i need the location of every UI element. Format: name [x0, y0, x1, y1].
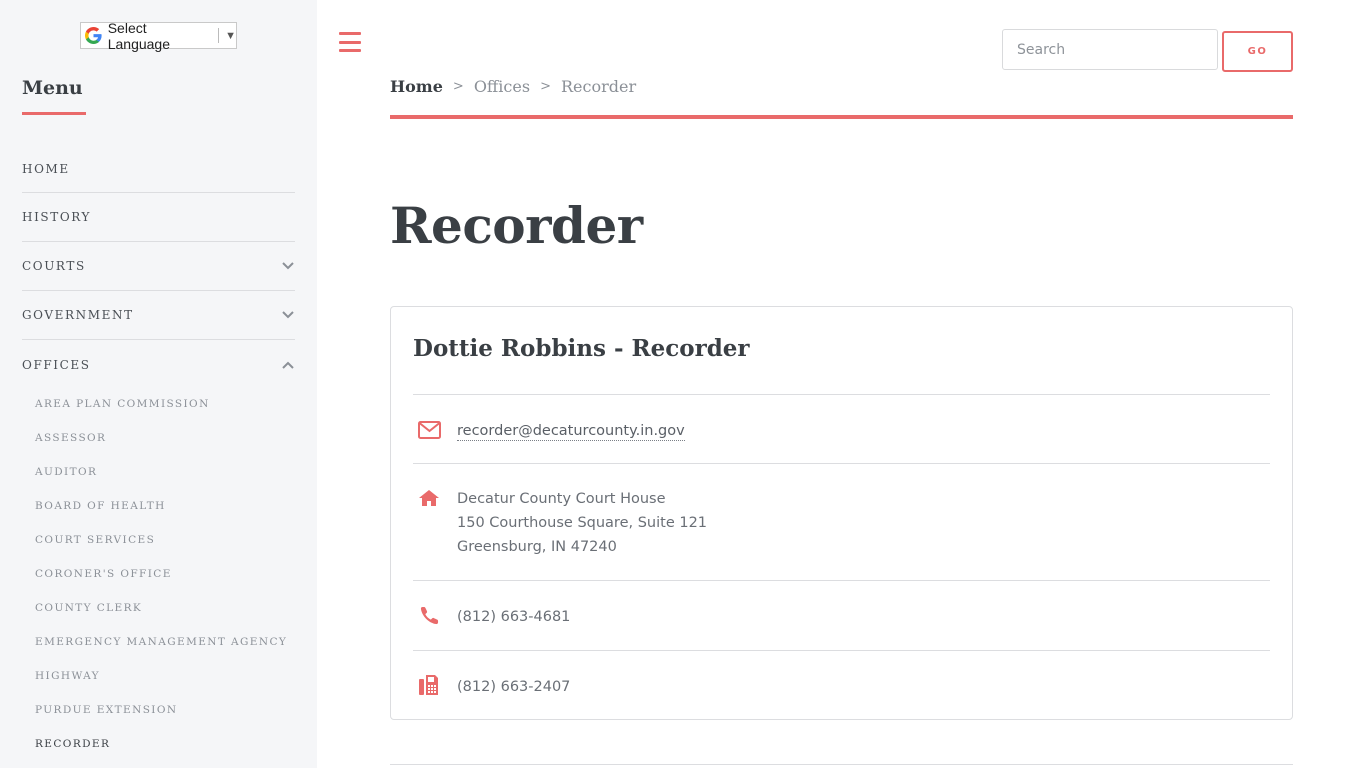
subnav-item-coroners-office[interactable]: CORONER'S OFFICE [35, 557, 305, 591]
subnav-item-area-plan-commission[interactable]: AREA PLAN COMMISSION [35, 387, 305, 421]
sidebar: Select Language ▼ Menu HOME HISTORY COUR… [0, 0, 317, 768]
contact-row-phone: (812) 663-4681 [413, 580, 1270, 650]
contact-row-address: Decatur County Court House 150 Courthous… [413, 463, 1270, 580]
menu-heading-underline [22, 112, 86, 115]
language-select-label: Select Language [107, 19, 171, 52]
language-select-divider [218, 28, 220, 43]
breadcrumb-separator: > [452, 79, 464, 94]
fax-icon [417, 673, 441, 697]
google-icon [85, 27, 103, 45]
hamburger-menu-icon[interactable] [339, 32, 361, 52]
subnav-item-auditor[interactable]: AUDITOR [35, 455, 305, 489]
section-divider [390, 764, 1293, 765]
sidebar-item-offices[interactable]: OFFICES [22, 340, 295, 389]
email-link[interactable]: recorder@decaturcounty.in.gov [457, 422, 685, 441]
chevron-up-icon[interactable] [281, 358, 295, 372]
contact-row-email: recorder@decaturcounty.in.gov [413, 394, 1270, 464]
offices-subnav: AREA PLAN COMMISSION ASSESSOR AUDITOR BO… [35, 387, 305, 761]
home-icon [417, 486, 441, 510]
page-title: Recorder [390, 196, 643, 255]
sidebar-item-label: GOVERNMENT [22, 308, 134, 322]
hamburger-bar [339, 40, 361, 44]
breadcrumb-current: Recorder [560, 77, 637, 96]
sidebar-item-label: OFFICES [22, 357, 91, 372]
contact-card-title: Dottie Robbins - Recorder [413, 335, 750, 362]
breadcrumb-separator: > [540, 79, 551, 94]
fax-number: (812) 663-2407 [457, 679, 571, 695]
subnav-item-highway[interactable]: HIGHWAY [35, 659, 305, 693]
hamburger-bar [339, 32, 361, 35]
subnav-item-court-services[interactable]: COURT SERVICES [35, 523, 305, 557]
search-input[interactable] [1002, 29, 1218, 70]
sidebar-item-label: HOME [22, 161, 70, 176]
contact-card: Dottie Robbins - Recorder recorder@decat… [390, 306, 1293, 720]
caret-down-icon: ▼ [225, 29, 236, 42]
sidebar-item-label: COURTS [22, 259, 86, 273]
hamburger-bar [339, 49, 361, 52]
language-select[interactable]: Select Language ▼ [80, 19, 237, 52]
go-button[interactable]: GO [1222, 31, 1293, 72]
subnav-item-assessor[interactable]: ASSESSOR [35, 421, 305, 455]
breadcrumb-home-link[interactable]: Home [390, 77, 443, 96]
sidebar-item-label: HISTORY [22, 210, 92, 224]
sidebar-item-history[interactable]: HISTORY [22, 193, 295, 242]
menu-heading: Menu [22, 77, 83, 99]
sidebar-nav: HOME HISTORY COURTS GOVERNMENT OFFICES [22, 145, 295, 389]
contact-row-fax: (812) 663-2407 [413, 650, 1270, 720]
phone-number[interactable]: (812) 663-4681 [457, 605, 570, 629]
subnav-item-recorder[interactable]: RECORDER [35, 727, 305, 761]
breadcrumb-accent-bar [390, 115, 1293, 119]
address-line-1: Decatur County Court House [457, 491, 666, 507]
breadcrumb: Home > Offices > Recorder [390, 77, 636, 96]
chevron-down-icon[interactable] [281, 259, 295, 273]
phone-icon [417, 603, 441, 627]
subnav-item-purdue-extension[interactable]: PURDUE EXTENSION [35, 693, 305, 727]
sidebar-item-government[interactable]: GOVERNMENT [22, 291, 295, 340]
address-line-2: 150 Courthouse Square, Suite 121 [457, 515, 708, 531]
subnav-item-board-of-health[interactable]: BOARD OF HEALTH [35, 489, 305, 523]
chevron-down-icon[interactable] [281, 308, 295, 322]
subnav-item-emergency-management-agency[interactable]: EMERGENCY MANAGEMENT AGENCY [35, 625, 305, 659]
breadcrumb-offices-link[interactable]: Offices [474, 77, 530, 96]
subnav-item-county-clerk[interactable]: COUNTY CLERK [35, 591, 305, 625]
address-line-3: Greensburg, IN 47240 [457, 539, 617, 555]
envelope-icon [417, 418, 441, 442]
sidebar-item-home[interactable]: HOME [22, 145, 295, 193]
sidebar-item-courts[interactable]: COURTS [22, 242, 295, 291]
